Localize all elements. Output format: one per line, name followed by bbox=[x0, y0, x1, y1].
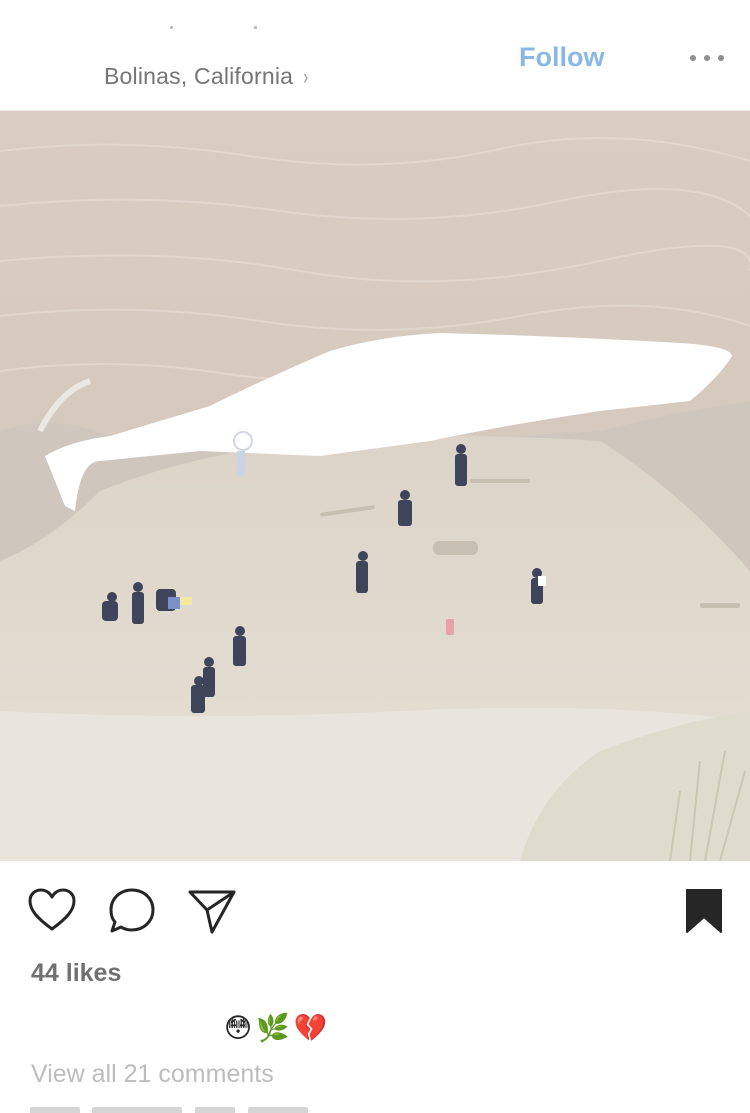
location-link[interactable]: Bolinas, California › bbox=[104, 63, 310, 90]
location-label: Bolinas, California bbox=[104, 63, 294, 89]
likes-count[interactable]: 44 likes bbox=[31, 959, 121, 988]
paper-plane-icon[interactable] bbox=[187, 886, 237, 936]
comment-bubble-icon[interactable] bbox=[107, 886, 157, 936]
chevron-right-icon: › bbox=[303, 64, 309, 89]
bookmark-filled-icon[interactable] bbox=[684, 888, 724, 934]
post-header: Bolinas, California › Follow bbox=[0, 0, 750, 111]
heart-outline-icon[interactable] bbox=[27, 886, 77, 936]
caption-emojis: 😳🌿💔 bbox=[224, 1013, 332, 1043]
follow-button[interactable]: Follow bbox=[519, 42, 604, 73]
view-all-comments-link[interactable]: View all 21 comments bbox=[31, 1060, 274, 1089]
more-options-icon[interactable] bbox=[690, 50, 724, 66]
post-actions bbox=[0, 862, 750, 960]
next-comment-cropped bbox=[30, 1107, 320, 1113]
post-image[interactable] bbox=[0, 111, 750, 861]
username-cropped bbox=[170, 26, 265, 34]
